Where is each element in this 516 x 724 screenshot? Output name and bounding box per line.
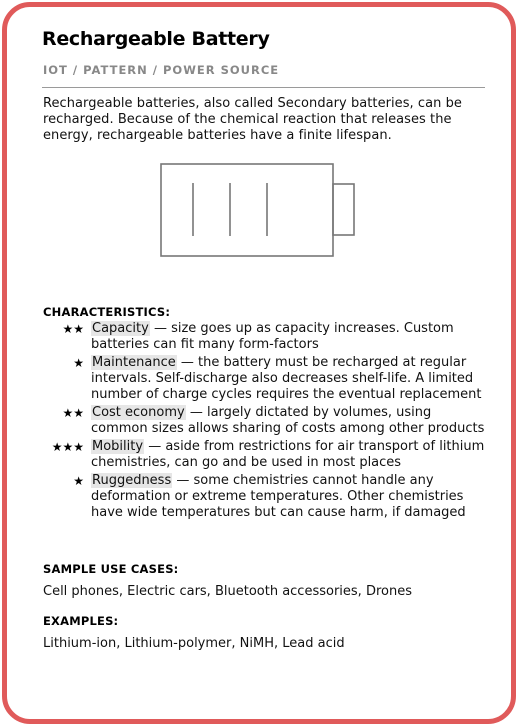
characteristic-mobility: ★★★ Mobility — aside from restrictions f… xyxy=(40,439,490,471)
star-rating: ★★ xyxy=(62,322,84,336)
card-title: Rechargeable Battery xyxy=(42,28,270,50)
characteristic-name: Mobility xyxy=(91,439,145,454)
star-rating: ★★ xyxy=(62,406,84,420)
characteristics-list: ★★ Capacity — size goes up as capacity i… xyxy=(40,321,490,523)
examples-text: Lithium-ion, Lithium-polymer, NiMH, Lead… xyxy=(43,636,345,651)
characteristic-name: Maintenance xyxy=(91,355,177,370)
breadcrumb: IOT / PATTERN / POWER SOURCE xyxy=(43,63,280,77)
characteristics-heading: CHARACTERISTICS: xyxy=(43,305,171,319)
characteristic-description: — aside from restrictions for air transp… xyxy=(91,439,485,470)
intro-text: Rechargeable batteries, also called Seco… xyxy=(43,96,462,143)
characteristic-name: Capacity xyxy=(91,321,150,336)
examples-heading: EXAMPLES: xyxy=(43,614,119,628)
battery-icon xyxy=(160,163,355,257)
star-rating: ★ xyxy=(73,474,84,488)
star-rating: ★ xyxy=(73,356,84,370)
characteristic-cost-economy: ★★ Cost economy — largely dictated by vo… xyxy=(40,405,490,437)
characteristic-name: Ruggedness xyxy=(91,473,173,488)
characteristic-ruggedness: ★ Ruggedness — some chemistries cannot h… xyxy=(40,473,490,521)
characteristic-maintenance: ★ Maintenance — the battery must be rech… xyxy=(40,355,490,403)
use-cases-text: Cell phones, Electric cars, Bluetooth ac… xyxy=(43,584,412,599)
star-rating: ★★★ xyxy=(51,440,84,454)
characteristic-name: Cost economy xyxy=(91,405,186,420)
divider xyxy=(42,87,485,88)
characteristic-capacity: ★★ Capacity — size goes up as capacity i… xyxy=(40,321,490,353)
use-cases-heading: SAMPLE USE CASES: xyxy=(43,562,179,576)
